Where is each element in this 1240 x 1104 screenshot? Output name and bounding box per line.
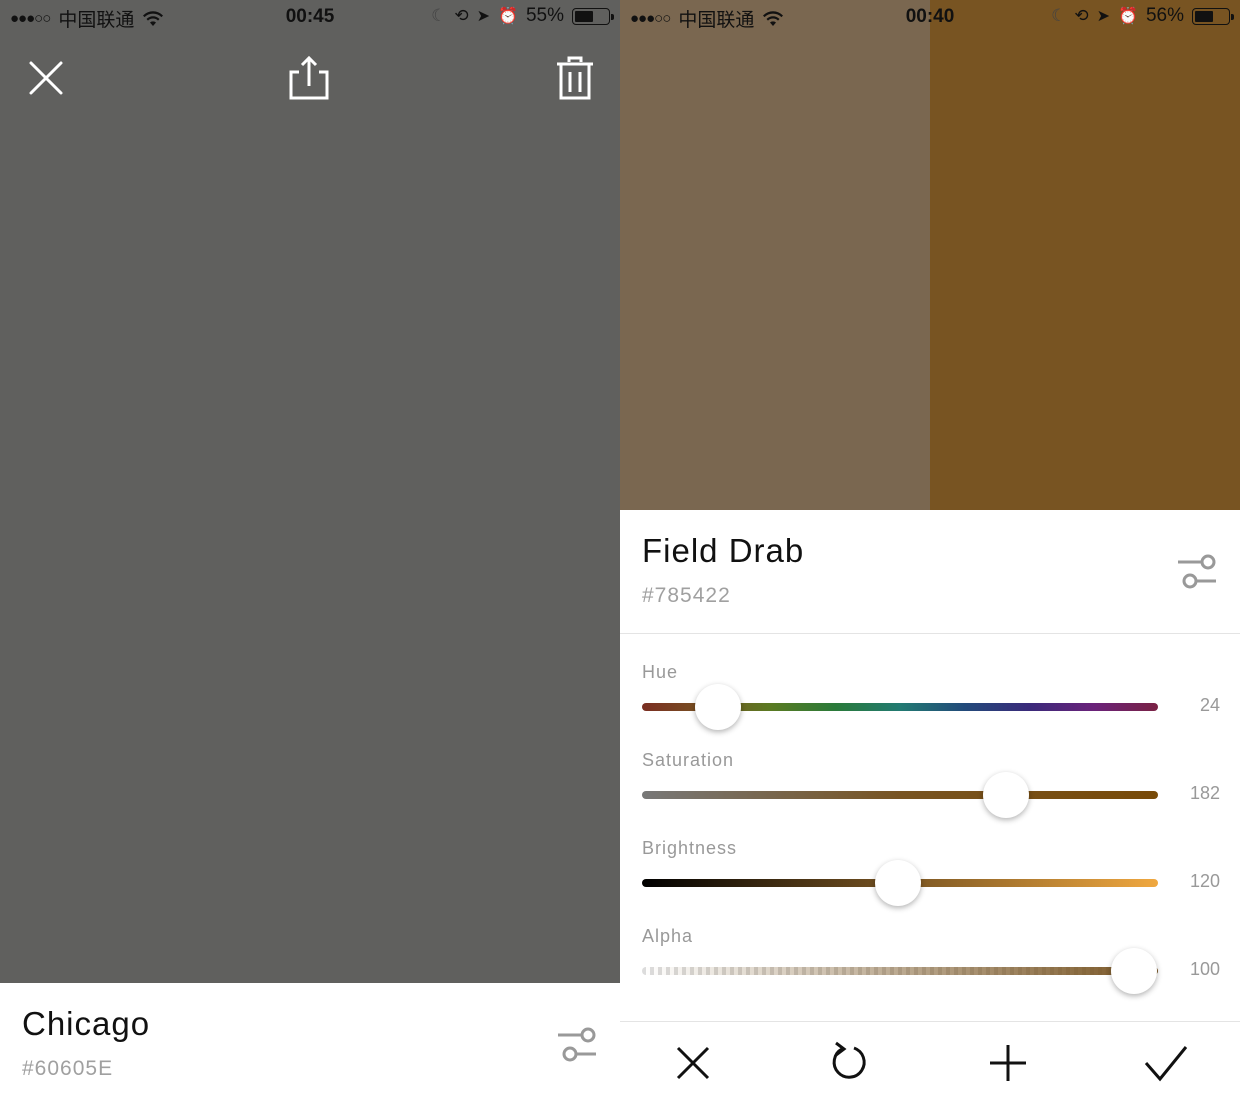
adjust-icon[interactable] [554,1023,598,1067]
saturation-track[interactable] [642,791,1158,799]
brightness-value: 120 [1189,871,1220,891]
cancel-icon[interactable] [665,1035,721,1091]
rotation-lock-icon: ⟲ [1074,6,1089,25]
add-icon[interactable] [980,1035,1036,1091]
rotation-lock-icon: ⟲ [454,6,469,25]
color-hex: #785422 [642,584,731,607]
saturation-value: 182 [1189,783,1220,803]
saturation-label: Saturation [642,750,735,770]
divider [620,633,1240,634]
status-bar: ●●●○○ 中国联通 00:40 ☾ ⟲ ➤ ⏰ 56% [620,0,1240,34]
battery-icon [572,7,614,25]
battery-percent: 55% [525,5,564,26]
share-icon[interactable] [287,56,331,100]
status-bar: ●●●○○ 中国联通 00:45 ☾ ⟲ ➤ ⏰ 55% [0,0,620,34]
new-color-swatch [930,0,1240,510]
hue-value: 24 [1199,695,1220,715]
close-icon[interactable] [24,56,68,100]
location-icon: ➤ [476,8,491,25]
brightness-label: Brightness [642,838,738,858]
adjust-icon[interactable] [1174,550,1218,594]
saturation-knob[interactable] [983,772,1030,818]
original-color-swatch [620,0,930,510]
hue-label: Hue [642,662,679,682]
hue-knob[interactable] [694,684,741,730]
color-hex: #60605E [22,1057,114,1080]
alpha-track[interactable] [642,967,1158,975]
alpha-value: 100 [1189,959,1220,979]
color-editor-panel: Field Drab #785422 Hue 24 Saturation 182… [620,510,1240,1104]
color-detail-screen: ●●●○○ 中国联通 00:45 ☾ ⟲ ➤ ⏰ 55% Chicago #60… [0,0,620,1104]
moon-icon: ☾ [1051,6,1067,25]
battery-icon [1192,7,1234,25]
brightness-knob[interactable] [874,860,921,906]
location-icon: ➤ [1096,8,1111,25]
undo-icon[interactable] [820,1035,876,1091]
color-info-panel: Chicago #60605E [0,983,620,1104]
trash-icon[interactable] [553,56,597,100]
alarm-icon: ⏰ [1118,8,1138,25]
alpha-knob[interactable] [1111,948,1157,994]
alpha-label: Alpha [642,926,694,946]
alarm-icon: ⏰ [498,8,518,25]
moon-icon: ☾ [431,6,447,25]
confirm-icon[interactable] [1138,1035,1194,1091]
color-name: Field Drab [642,532,805,569]
battery-percent: 56% [1145,5,1184,26]
color-name: Chicago [22,1005,151,1042]
divider [620,1021,1240,1022]
color-editor-screen: ●●●○○ 中国联通 00:40 ☾ ⟲ ➤ ⏰ 56% Field Drab … [620,0,1240,1104]
